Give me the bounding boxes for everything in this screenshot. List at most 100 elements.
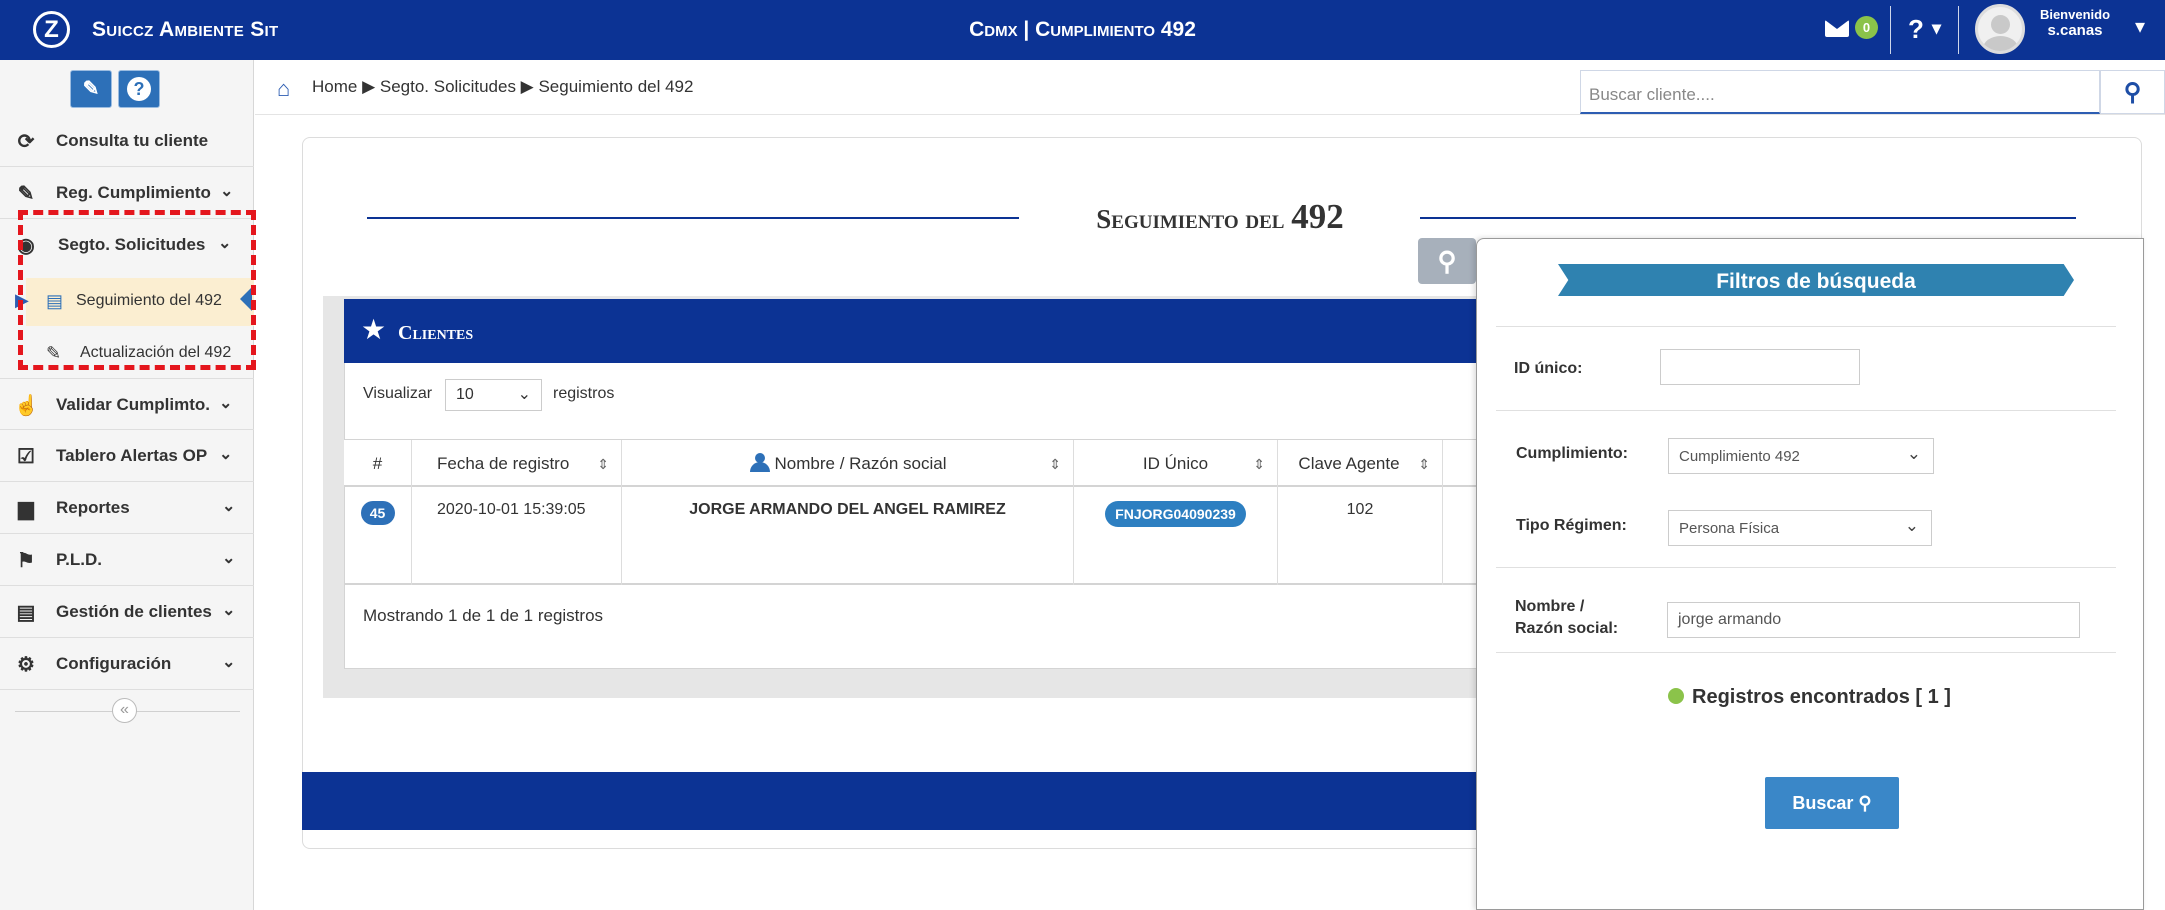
nombre-label-line: Razón social: bbox=[1515, 620, 1619, 637]
column-header-clave-agente[interactable]: Clave Agente ⇕ bbox=[1278, 440, 1443, 488]
page-size-suffix: registros bbox=[553, 385, 615, 402]
sidebar-item-consulta[interactable]: ⟳ Consulta tu cliente bbox=[0, 115, 254, 167]
breadcrumb-path[interactable]: Home ▶ Segto. Solicitudes ▶ Seguimiento … bbox=[312, 77, 693, 97]
row-index-badge[interactable]: 45 bbox=[360, 501, 395, 525]
nombre-label: Nombre / Razón social: bbox=[1515, 596, 1618, 640]
divider bbox=[1496, 567, 2116, 568]
id-unico-badge[interactable]: FNJORG04090239 bbox=[1105, 501, 1246, 527]
page-size-select[interactable]: 10 ⌄ bbox=[445, 379, 542, 411]
page-title-text: Seguimiento del bbox=[1096, 204, 1292, 234]
row-fecha-cell: 2020-10-01 15:39:05 bbox=[412, 487, 622, 585]
cumplimiento-value: Cumplimiento 492 bbox=[1679, 448, 1800, 465]
edit-icon: ✎ bbox=[82, 78, 100, 100]
table-row[interactable]: 45 2020-10-01 15:39:05 JORGE ARMANDO DEL… bbox=[344, 487, 1478, 585]
help-button[interactable]: ? bbox=[118, 70, 160, 108]
collapse-sidebar-button[interactable]: « bbox=[112, 698, 137, 723]
column-label: ID Único bbox=[1142, 454, 1209, 473]
sidebar-item-validar[interactable]: ☝ Validar Cumplimto. ⌄ bbox=[0, 378, 254, 430]
sidebar-subitem-actualizacion-492[interactable]: ✎ Actualización del 492 bbox=[26, 330, 254, 378]
column-label: Fecha de registro bbox=[437, 454, 570, 473]
help-menu-icon[interactable]: ? bbox=[1908, 14, 1924, 45]
title-rule bbox=[1420, 217, 2076, 219]
sidebar-item-reg-cumplimiento[interactable]: ✎ Reg. Cumplimiento ⌄ bbox=[0, 167, 254, 219]
eye-icon: ◉ bbox=[17, 235, 35, 257]
sidebar-item-tablero[interactable]: ☑ Tablero Alertas OP ⌄ bbox=[0, 430, 254, 482]
column-header-fecha[interactable]: Fecha de registro ⇕ bbox=[412, 440, 622, 488]
buscar-label: Buscar bbox=[1792, 793, 1854, 813]
search-input[interactable]: Buscar cliente.... bbox=[1580, 70, 2100, 114]
sort-icon: ⇕ bbox=[597, 456, 609, 472]
logo-icon[interactable]: Z bbox=[33, 11, 70, 48]
sidebar-item-label: Reportes bbox=[56, 498, 130, 517]
cumplimiento-select[interactable]: Cumplimiento 492 ⌄ bbox=[1668, 438, 1934, 474]
panel-title: Clientes bbox=[398, 322, 474, 344]
mail-count-badge[interactable]: 0 bbox=[1855, 16, 1878, 39]
status-dot-icon bbox=[1668, 688, 1684, 704]
envelope-icon[interactable] bbox=[1825, 20, 1849, 37]
edit-icon: ✎ bbox=[46, 343, 62, 363]
results-count: Registros encontrados [ 1 ] bbox=[1668, 686, 1951, 709]
chevron-down-icon: ⌄ bbox=[219, 446, 233, 463]
row-id-cell: FNJORG04090239 bbox=[1074, 487, 1278, 585]
username: s.canas bbox=[2047, 22, 2103, 39]
nombre-input[interactable]: jorge armando bbox=[1667, 602, 2080, 638]
list-icon: ▤ bbox=[16, 602, 36, 624]
id-unico-label: ID único: bbox=[1514, 360, 1583, 377]
id-unico-input[interactable] bbox=[1660, 349, 1860, 385]
pencil-icon: ✎ bbox=[17, 183, 35, 205]
divider bbox=[1890, 6, 1891, 54]
column-header-index[interactable]: # bbox=[344, 440, 412, 488]
sidebar-item-label: Segto. Solicitudes bbox=[58, 235, 206, 254]
user-menu[interactable]: Bienvenido s.canas bbox=[2030, 7, 2120, 39]
sidebar-item-label: Configuración bbox=[56, 654, 172, 673]
buscar-button[interactable]: Buscar ⚲ bbox=[1765, 777, 1899, 829]
sidebar-item-gestion[interactable]: ▤ Gestión de clientes ⌄ bbox=[0, 586, 254, 638]
column-header-nombre[interactable]: Nombre / Razón social ⇕ bbox=[622, 440, 1074, 488]
row-nombre-cell: JORGE ARMANDO DEL ANGEL RAMIREZ bbox=[622, 487, 1074, 585]
title-rule bbox=[367, 217, 1019, 219]
sidebar-subitem-label: Actualización del 492 bbox=[80, 344, 232, 361]
sidebar-item-configuracion[interactable]: ⚙ Configuración ⌄ bbox=[0, 638, 254, 690]
chevron-down-icon: ⌄ bbox=[222, 498, 236, 515]
welcome-label: Bienvenido bbox=[2039, 7, 2111, 22]
table-header: # Fecha de registro ⇕ Nombre / Razón soci… bbox=[344, 439, 1478, 488]
column-label: Clave Agente bbox=[1298, 454, 1400, 473]
row-clave-cell: 102 bbox=[1278, 487, 1443, 585]
sidebar-subitem-seguimiento-492[interactable]: ▤ Seguimiento del 492 bbox=[26, 278, 254, 326]
row-index-cell: 45 bbox=[344, 487, 412, 585]
clientes-table: # Fecha de registro ⇕ Nombre / Razón soci… bbox=[344, 439, 1478, 587]
sidebar-item-label: Gestión de clientes bbox=[56, 602, 212, 621]
refresh-icon: ⟳ bbox=[17, 131, 35, 153]
search-icon[interactable]: ⚲ bbox=[2100, 70, 2165, 114]
column-label: Nombre / Razón social bbox=[774, 454, 947, 473]
brand-name[interactable]: Suiccz Ambiente Sit bbox=[92, 18, 278, 42]
sidebar-item-reportes[interactable]: ▆ Reportes ⌄ bbox=[0, 482, 254, 534]
edit-button[interactable]: ✎ bbox=[70, 70, 112, 108]
active-marker-icon: ▶ bbox=[15, 290, 29, 310]
home-icon[interactable]: ⌂ bbox=[277, 76, 290, 102]
table-info: Mostrando 1 de 1 de 1 registros bbox=[363, 606, 604, 625]
flag-icon: ⚑ bbox=[17, 550, 35, 572]
column-header-id-unico[interactable]: ID Único ⇕ bbox=[1074, 440, 1278, 488]
regimen-select[interactable]: Persona Física ⌄ bbox=[1668, 510, 1932, 546]
chevron-down-icon: ⌄ bbox=[1906, 444, 1921, 463]
avatar[interactable] bbox=[1975, 4, 2025, 54]
cumplimiento-label: Cumplimiento: bbox=[1516, 445, 1628, 462]
caret-down-icon[interactable]: ▾ bbox=[2135, 14, 2145, 39]
chevron-down-icon: ⌄ bbox=[219, 395, 233, 412]
sidebar-item-segto-solicitudes[interactable]: ◉ Segto. Solicitudes ⌄ bbox=[0, 219, 254, 271]
sidebar-item-pld[interactable]: ⚑ P.L.D. ⌄ bbox=[0, 534, 254, 586]
caret-down-icon[interactable]: ▾ bbox=[1932, 18, 1941, 39]
check-circle-icon: ☑ bbox=[17, 446, 35, 468]
cogs-icon: ⚙ bbox=[17, 654, 35, 676]
toggle-filters-search-icon[interactable]: ⚲ bbox=[1418, 238, 1476, 284]
chevron-down-icon: ⌄ bbox=[220, 183, 234, 200]
active-pointer-icon bbox=[240, 287, 252, 311]
sidebar-item-label: Validar Cumplimto. bbox=[56, 395, 210, 414]
clientes-panel-header: ★ Clientes bbox=[344, 299, 1478, 363]
divider bbox=[1496, 410, 2116, 411]
sidebar-item-label: P.L.D. bbox=[56, 550, 102, 569]
chevron-down-icon: ⌄ bbox=[222, 654, 236, 671]
filters-title: Filtros de búsqueda bbox=[1558, 264, 2074, 296]
divider bbox=[1496, 652, 2116, 653]
